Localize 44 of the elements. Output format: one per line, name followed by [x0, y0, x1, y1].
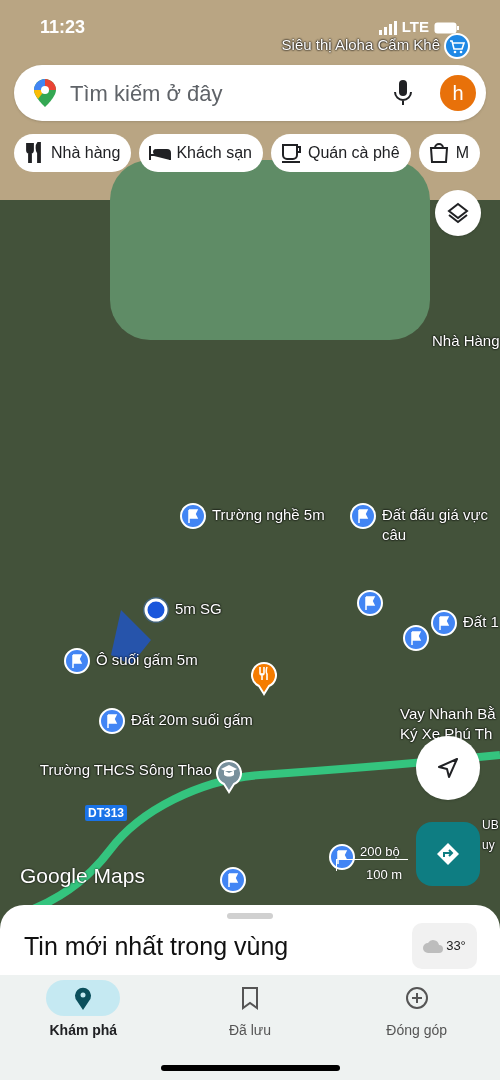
place-label[interactable]: Nhà Hàng — [432, 331, 500, 351]
temperature: 33° — [446, 937, 466, 956]
microphone-icon[interactable] — [394, 80, 412, 106]
battery-icon — [434, 21, 460, 34]
map-pin-logo-icon — [34, 79, 56, 107]
scale-bar — [336, 859, 408, 871]
school-pin-icon[interactable] — [216, 758, 242, 794]
bag-icon — [428, 142, 451, 164]
signal-icon — [378, 20, 397, 35]
nav-tab[interactable]: Đóng góp — [356, 980, 477, 1080]
scale-label: 100 m — [366, 866, 403, 884]
plus-circle-icon — [405, 986, 428, 1010]
place-label[interactable]: Đất 20m suối gấm — [131, 710, 253, 730]
navigation-arrow-icon — [437, 757, 459, 779]
place-label[interactable]: Trường THCS Sông Thao — [39, 760, 212, 780]
directions-button[interactable] — [416, 822, 480, 886]
bookmark-icon — [239, 986, 261, 1010]
search-placeholder: Tìm kiếm ở đây — [70, 79, 224, 108]
place-label[interactable]: Ô suối gấm 5m — [96, 650, 198, 670]
nav-tab[interactable]: Đã lưu — [190, 980, 310, 1080]
nav-tab[interactable]: Khám phá — [23, 980, 144, 1080]
layers-icon — [446, 201, 470, 225]
place-label[interactable]: Trường nghề 5m — [212, 505, 325, 525]
directions-icon — [436, 842, 460, 866]
road-number: DT313 — [85, 805, 128, 821]
cloud-icon — [423, 939, 444, 953]
place-label[interactable]: 5m SG — [175, 599, 222, 619]
place-label[interactable]: Đất đấu giá vực câu — [382, 505, 488, 545]
sheet-handle[interactable] — [227, 913, 273, 919]
restaurant-pin-icon[interactable] — [251, 660, 277, 696]
cup-icon — [281, 142, 303, 164]
category-chip[interactable]: Khách sạn — [139, 134, 263, 172]
network-type: LTE — [401, 17, 429, 38]
place-label[interactable]: Vay Nhanh Bằ Ký Xe Phú Th — [400, 704, 496, 744]
search-field[interactable]: Tìm kiếm ở đây h — [14, 65, 486, 121]
sheet-title: Tin mới nhất trong vùng — [24, 931, 289, 962]
category-chip[interactable]: Nhà hàng — [14, 134, 132, 172]
place-label[interactable]: Đất 1 — [463, 612, 499, 632]
scale-label: 200 bộ — [360, 843, 400, 861]
category-chip[interactable]: Quán cà phê — [271, 134, 411, 172]
current-location-icon[interactable] — [141, 595, 171, 625]
place-label[interactable]: UB uy — [482, 815, 499, 855]
weather-chip[interactable]: 33° — [412, 923, 477, 969]
clock-time: 11:23 — [40, 16, 86, 39]
